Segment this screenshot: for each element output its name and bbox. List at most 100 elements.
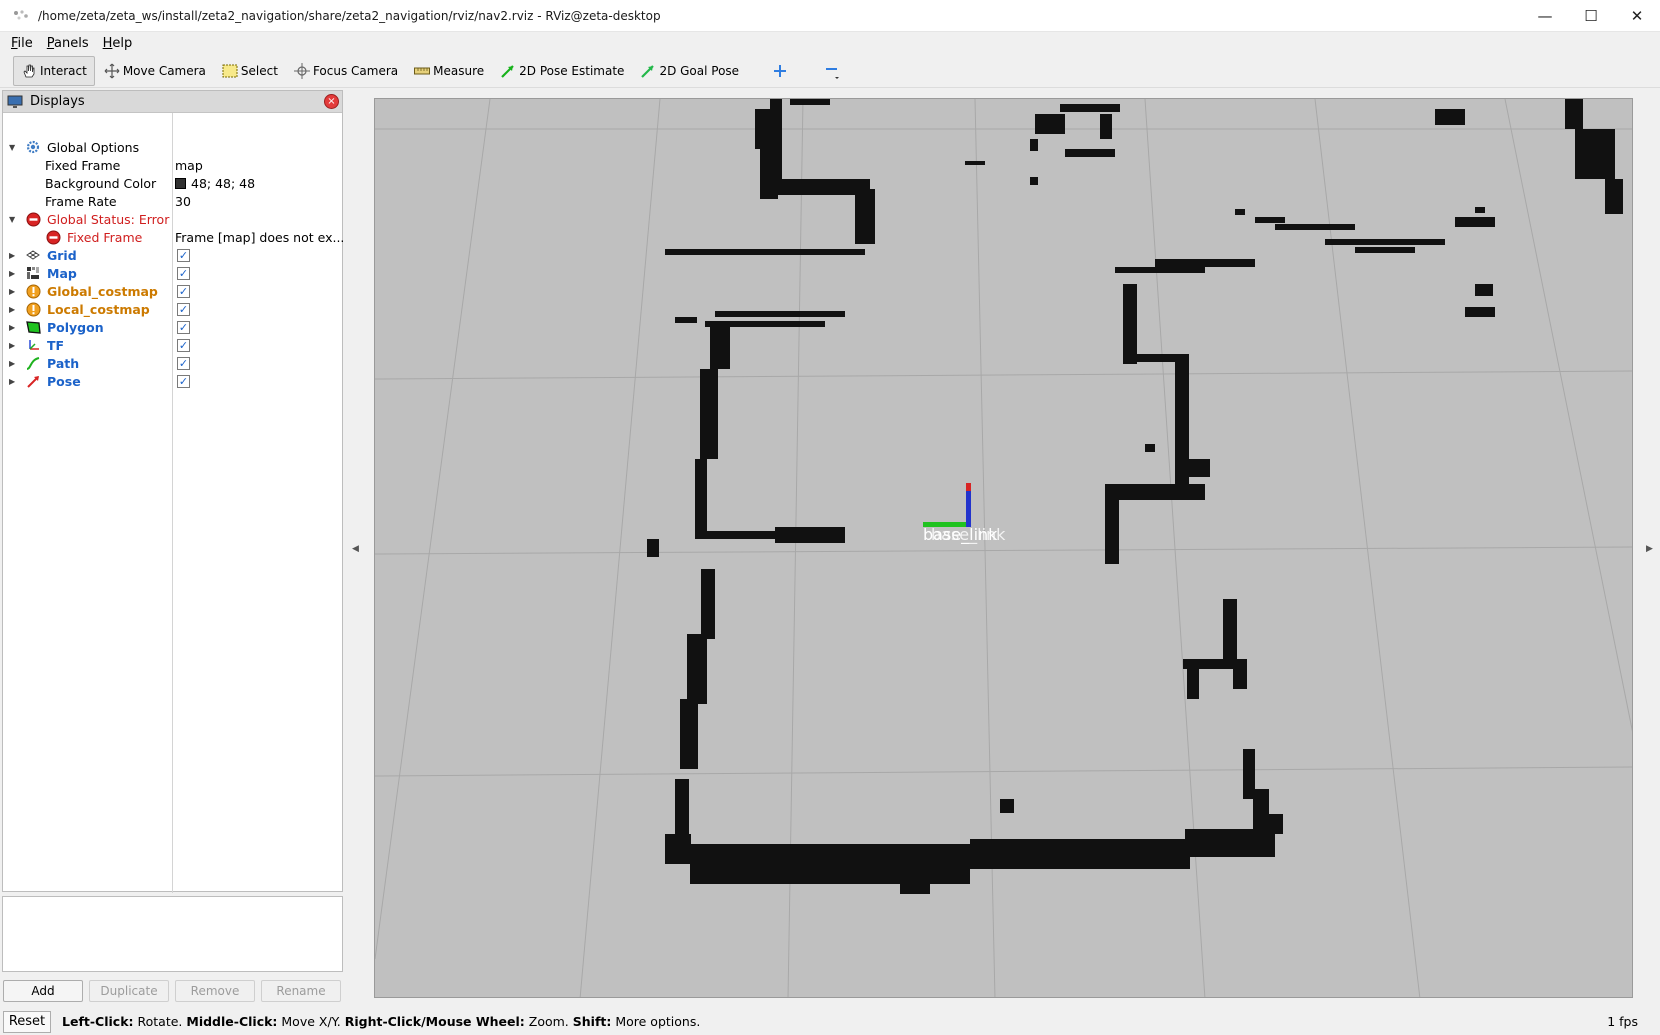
minimize-button[interactable]: — <box>1522 0 1568 32</box>
fixed-frame-value[interactable]: map <box>175 158 203 173</box>
menu-bar: File Panels Help <box>0 32 1660 54</box>
maximize-button[interactable]: ☐ <box>1568 0 1614 32</box>
rviz-app-icon <box>12 9 30 23</box>
hand-icon <box>23 64 35 77</box>
move-camera-label: Move Camera <box>122 63 206 78</box>
remove-tool-button[interactable] <box>817 56 850 86</box>
display-item-label: TF <box>47 337 65 353</box>
ruler-icon <box>414 67 431 74</box>
menu-file[interactable]: File <box>4 36 40 51</box>
polygon-icon <box>25 319 41 335</box>
collapse-right-arrow-icon[interactable]: ▶ <box>1646 544 1653 554</box>
collapsed-arrow-icon[interactable]: ▶ <box>9 305 17 314</box>
display-checkbox[interactable]: ✓ <box>177 248 190 262</box>
displays-title: Displays <box>30 94 85 109</box>
collapsed-arrow-icon[interactable]: ▶ <box>9 359 17 368</box>
expanded-arrow-icon[interactable]: ▼ <box>9 143 17 152</box>
duplicate-button[interactable]: Duplicate <box>89 980 169 1002</box>
fixed-frame-label: Fixed Frame <box>45 157 121 173</box>
obstacle-cells <box>647 99 1623 894</box>
warning-icon <box>25 301 41 317</box>
minus-icon <box>826 67 840 79</box>
interact-tool[interactable]: Interact <box>13 55 95 86</box>
color-swatch <box>175 177 186 189</box>
display-description-area <box>2 896 343 972</box>
hint-key: Right-Click/Mouse Wheel: <box>344 1014 525 1029</box>
display-checkbox[interactable]: ✓ <box>177 302 190 316</box>
display-checkbox[interactable]: ✓ <box>177 266 190 280</box>
warning-icon <box>25 283 41 299</box>
display-checkbox[interactable]: ✓ <box>177 338 190 352</box>
render-3d-view[interactable]: base_link base_link <box>374 98 1633 998</box>
measure-tool[interactable]: Measure <box>407 56 491 86</box>
rename-button[interactable]: Rename <box>261 980 341 1002</box>
display-item-label: Global_costmap <box>47 283 158 299</box>
pose-arrow-icon <box>25 373 41 389</box>
collapsed-arrow-icon[interactable]: ▶ <box>9 323 17 332</box>
add-button[interactable]: Add <box>3 980 83 1002</box>
green-arrow-icon <box>501 64 514 78</box>
pose-estimate-tool[interactable]: 2D Pose Estimate <box>493 56 631 86</box>
tf-axes-icon <box>25 337 41 353</box>
display-item-label: Grid <box>47 247 77 263</box>
display-item-label: Polygon <box>47 319 104 335</box>
status-fixed-frame-message: Frame [map] does not ex... <box>175 229 345 245</box>
focus-camera-label: Focus Camera <box>312 63 399 78</box>
close-button[interactable]: ✕ <box>1614 0 1660 32</box>
background-color-value: 48; 48; 48 <box>191 175 256 191</box>
status-fixed-frame-label: Fixed Frame <box>67 229 143 245</box>
collapsed-arrow-icon[interactable]: ▶ <box>9 251 17 260</box>
map-icon <box>25 265 41 281</box>
remove-button[interactable]: Remove <box>175 980 255 1002</box>
collapsed-arrow-icon[interactable]: ▶ <box>9 287 17 296</box>
frame-rate-value[interactable]: 30 <box>175 194 191 209</box>
goal-pose-label: 2D Goal Pose <box>659 63 740 78</box>
hint-key: Middle-Click: <box>186 1014 278 1029</box>
display-item-label: Map <box>47 265 77 281</box>
display-item-label: Pose <box>47 373 81 389</box>
column-divider[interactable] <box>172 113 173 893</box>
frame-rate-label: Frame Rate <box>45 193 117 209</box>
plus-icon <box>774 64 787 77</box>
display-checkbox[interactable]: ✓ <box>177 320 190 334</box>
display-checkbox[interactable]: ✓ <box>177 284 190 298</box>
expanded-arrow-icon[interactable]: ▼ <box>9 215 17 224</box>
hint-key: Shift: <box>572 1014 612 1029</box>
error-icon <box>25 211 41 227</box>
error-icon <box>45 229 61 245</box>
collapsed-arrow-icon[interactable]: ▶ <box>9 341 17 350</box>
select-box-icon <box>222 64 238 77</box>
measure-label: Measure <box>433 63 485 78</box>
menu-help[interactable]: Help <box>96 36 140 51</box>
goal-arrow-icon <box>641 64 655 78</box>
hint-text: Rotate. <box>133 1014 187 1029</box>
select-tool[interactable]: Select <box>215 56 285 86</box>
hint-text: More options. <box>611 1014 701 1029</box>
display-item-label: Local_costmap <box>47 301 150 317</box>
tool-bar: Interact Move Camera Select Focus Camera… <box>0 54 1660 88</box>
displays-panel-header: Displays × <box>3 91 342 113</box>
menu-panels[interactable]: Panels <box>40 36 96 51</box>
display-buttons: Add Duplicate Remove Rename <box>3 980 341 1002</box>
map-render: base_link base_link <box>375 99 1632 997</box>
close-panel-icon[interactable]: × <box>324 94 339 109</box>
background-color-value-cell[interactable]: 48; 48; 48 <box>175 176 255 191</box>
global-status-label: Global Status: Error <box>47 211 170 227</box>
collapse-left-arrow-icon[interactable]: ◀ <box>352 544 359 554</box>
collapsed-arrow-icon[interactable]: ▶ <box>9 377 17 386</box>
mouse-hints: Left-Click: Rotate. Middle-Click: Move X… <box>62 1014 700 1029</box>
display-item-label: Path <box>47 355 80 371</box>
add-tool-button[interactable] <box>766 56 797 86</box>
global-options-label: Global Options <box>47 139 140 155</box>
reset-button[interactable]: Reset <box>3 1010 51 1033</box>
window-title: /home/zeta/zeta_ws/install/zeta2_navigat… <box>38 8 661 23</box>
title-bar: /home/zeta/zeta_ws/install/zeta2_navigat… <box>0 0 1660 32</box>
collapsed-arrow-icon[interactable]: ▶ <box>9 269 17 278</box>
move-camera-tool[interactable]: Move Camera <box>97 56 213 86</box>
hint-text: Zoom. <box>524 1014 573 1029</box>
goal-pose-tool[interactable]: 2D Goal Pose <box>633 56 746 86</box>
display-checkbox[interactable]: ✓ <box>177 356 190 370</box>
display-checkbox[interactable]: ✓ <box>177 374 190 388</box>
focus-camera-tool[interactable]: Focus Camera <box>287 56 405 86</box>
displays-panel: Displays × ▼ Global Options Fixed Frame … <box>2 90 345 893</box>
